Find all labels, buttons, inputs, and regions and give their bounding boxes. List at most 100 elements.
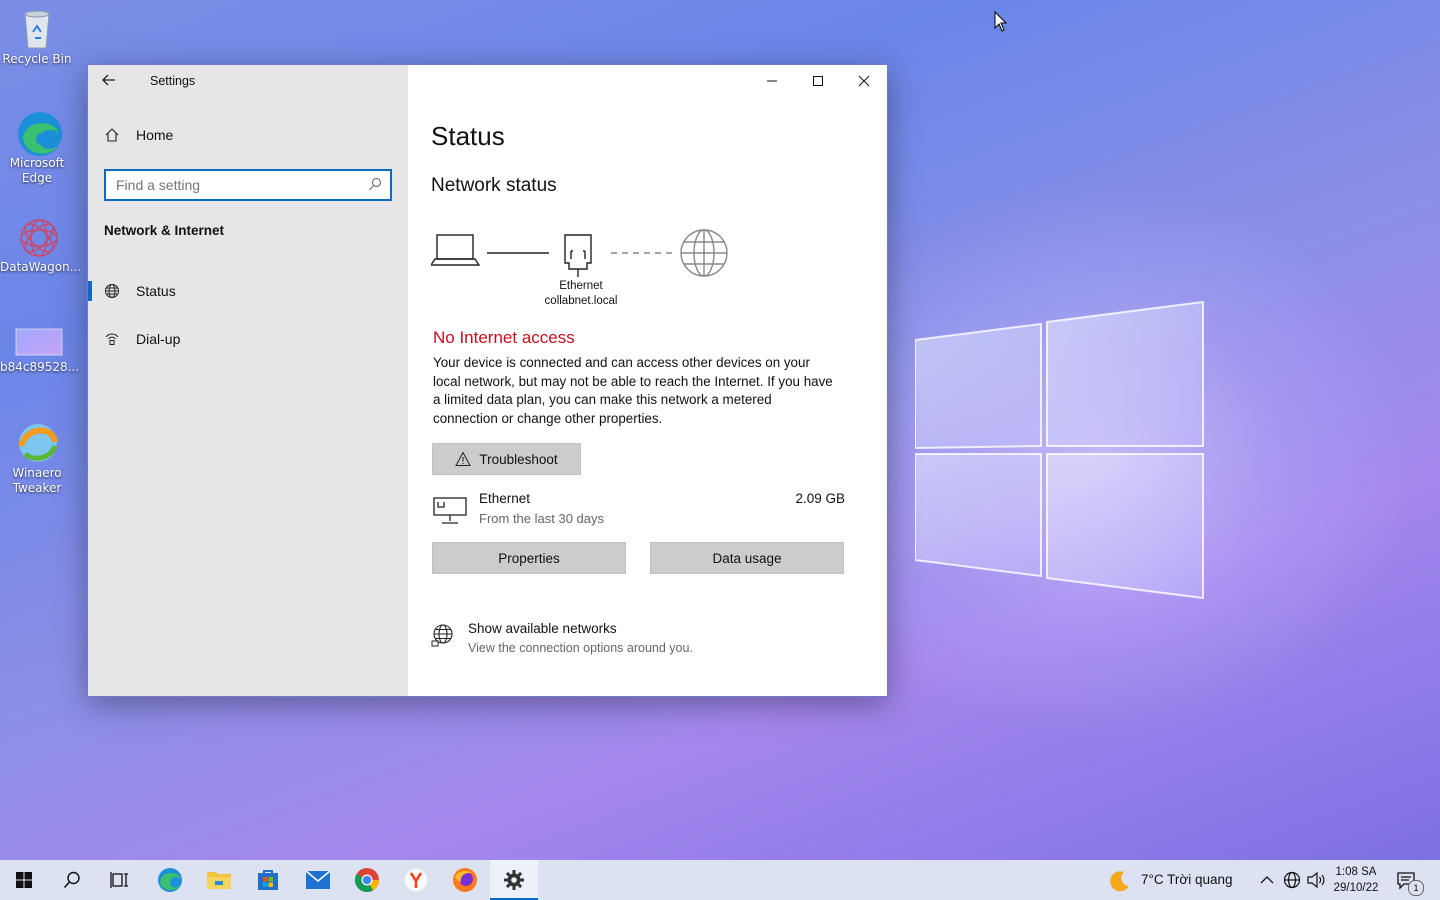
clock-date: 29/10/22 [1333, 882, 1379, 894]
settings-sidebar: Settings Home Network & Internet Status … [88, 65, 408, 696]
home-link[interactable]: Home [104, 127, 173, 143]
desktop-icon-label: b84c89528... [0, 360, 80, 374]
clock[interactable]: 1:08 SA 29/10/22 [1330, 864, 1382, 896]
search-input[interactable] [106, 171, 376, 199]
adapter-name: Ethernet [559, 280, 603, 292]
desktop-icon-label: Recycle Bin [2, 52, 72, 66]
firefox-icon [453, 868, 477, 892]
minimize-button[interactable] [749, 65, 795, 97]
desktop-icon-image-file[interactable]: b84c89528... [0, 328, 80, 375]
taskbar-yandex[interactable] [392, 860, 440, 900]
desktop-icon-winaero[interactable]: Winaero Tweaker [0, 420, 74, 496]
notification-center-button[interactable]: 1 [1396, 870, 1424, 896]
start-button[interactable] [0, 860, 48, 900]
moon-weather-icon [1110, 871, 1129, 892]
dialup-icon [105, 333, 119, 345]
wallpaper-windows-logo [915, 300, 1204, 600]
chevron-up-icon[interactable] [1260, 874, 1274, 886]
ethernet-icon [564, 234, 592, 277]
maximize-icon [813, 76, 823, 86]
desktop-icon-label: Microsoft Edge [9, 156, 65, 185]
notification-badge: 1 [1408, 880, 1424, 896]
mouse-cursor-icon [994, 11, 1008, 32]
edge-icon [158, 868, 182, 892]
network-globe-icon[interactable] [1283, 871, 1301, 889]
taskbar-file-explorer[interactable] [195, 860, 243, 900]
taskbar-settings[interactable] [490, 860, 538, 900]
globe-network-icon [431, 624, 453, 647]
connection-usage: 2.09 GB [795, 491, 845, 506]
show-networks-title: Show available networks [468, 621, 617, 636]
store-icon [258, 870, 278, 890]
maximize-button[interactable] [795, 65, 841, 97]
close-icon [858, 75, 870, 87]
desktop-icon-datawagon[interactable]: DataWagon... [0, 214, 82, 275]
desktop-icon-label: Winaero Tweaker [12, 466, 62, 495]
connection-name: Ethernet [479, 491, 531, 506]
section-heading: Network status [431, 175, 557, 196]
task-view-button[interactable] [96, 860, 144, 900]
sidebar-item-status[interactable]: Status [88, 273, 408, 309]
minimize-icon [767, 80, 777, 82]
start-icon [16, 872, 32, 888]
show-networks-link[interactable]: Show available networks View the connect… [431, 621, 851, 661]
troubleshoot-button[interactable]: Troubleshoot [432, 443, 581, 475]
yandex-icon [405, 869, 427, 891]
recycle-bin-icon [15, 6, 59, 50]
file-explorer-icon [207, 872, 231, 889]
sidebar-item-dialup[interactable]: Dial-up [88, 321, 408, 357]
desktop-icon-label: DataWagon... [0, 260, 82, 274]
taskbar-search-button[interactable] [48, 860, 96, 900]
edge-icon [15, 110, 62, 156]
window-controls [749, 65, 887, 97]
taskbar-chrome[interactable] [343, 860, 391, 900]
image-file-icon [15, 328, 63, 358]
desktop-icon-edge[interactable]: Microsoft Edge [0, 110, 74, 186]
window-title: Settings [150, 74, 196, 88]
section-title: Network & Internet [104, 223, 225, 238]
connection-period: From the last 30 days [479, 511, 604, 526]
desktop-icon-recycle-bin[interactable]: Recycle Bin [0, 6, 74, 67]
taskbar-edge[interactable] [146, 860, 194, 900]
taskbar: 7°C Trời quang 1:08 SA 29/10/22 1 [0, 860, 1440, 900]
page-title: Status [431, 121, 505, 151]
adapter-label: Ethernet collabnet.local [531, 279, 631, 309]
weather-text[interactable]: 7°C Trời quang [1141, 872, 1233, 887]
home-icon [105, 128, 119, 142]
home-label: Home [136, 127, 174, 143]
clock-time: 1:08 SA [1335, 866, 1377, 878]
settings-window: Settings Home Network & Internet Status … [87, 64, 888, 697]
globe-icon [105, 284, 119, 298]
chrome-icon [354, 868, 379, 893]
settings-icon [504, 870, 524, 890]
search-box[interactable] [104, 169, 392, 201]
data-usage-label: Data usage [712, 550, 782, 566]
properties-label: Properties [498, 550, 560, 566]
search-icon [63, 871, 80, 889]
taskbar-mail[interactable] [294, 860, 342, 900]
status-description: Your device is connected and can access … [433, 355, 833, 426]
status-title: No Internet access [433, 328, 575, 347]
ethernet-pc-icon [433, 497, 467, 524]
back-button[interactable] [100, 71, 124, 93]
search-icon [369, 177, 382, 191]
task-view-icon [110, 872, 128, 888]
data-usage-button[interactable]: Data usage [650, 542, 844, 574]
troubleshoot-label: Troubleshoot [479, 451, 558, 467]
volume-icon[interactable] [1306, 871, 1326, 889]
adapter-domain: collabnet.local [544, 295, 618, 307]
show-networks-subtitle: View the connection options around you. [468, 641, 693, 655]
properties-button[interactable]: Properties [432, 542, 626, 574]
mail-icon [305, 870, 331, 889]
sidebar-item-label: Dial-up [136, 331, 181, 347]
datawagon-icon [15, 214, 59, 258]
taskbar-firefox[interactable] [441, 860, 489, 900]
warning-icon [455, 451, 472, 466]
taskbar-store[interactable] [244, 860, 292, 900]
back-arrow-icon [102, 74, 115, 86]
sidebar-item-label: Status [136, 283, 176, 299]
close-button[interactable] [841, 65, 887, 97]
internet-globe-icon [680, 229, 728, 277]
connection-row: Ethernet From the last 30 days 2.09 GB [433, 491, 845, 531]
laptop-icon [431, 234, 481, 266]
